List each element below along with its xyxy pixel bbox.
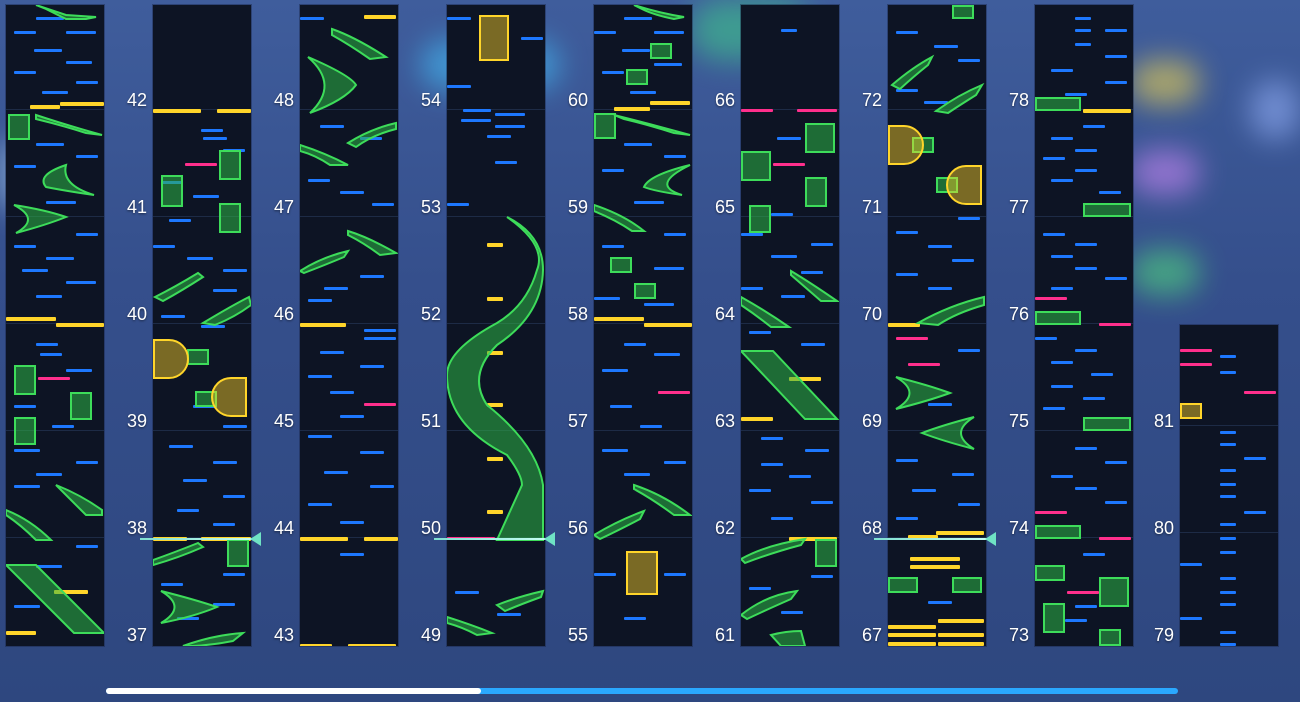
hold-note [1099, 577, 1129, 607]
measure-number: 48 [273, 90, 294, 110]
special-note [1067, 591, 1099, 594]
measure-number: 49 [420, 625, 441, 645]
measure-number: 46 [273, 304, 294, 324]
measure-number: 59 [567, 197, 588, 217]
chart-column [888, 5, 986, 646]
playhead-marker [140, 538, 256, 540]
slide-paths [6, 5, 104, 634]
chart-column [741, 5, 839, 646]
measure-number: 76 [1008, 304, 1029, 324]
measure-number: 42 [126, 90, 147, 110]
background-glow [1130, 150, 1200, 195]
special-note [1180, 363, 1212, 366]
chart-column [594, 5, 692, 646]
measure-number: 80 [1153, 518, 1174, 538]
measure-number: 71 [861, 197, 882, 217]
measure-number: 65 [714, 197, 735, 217]
hold-note [1035, 525, 1081, 539]
playhead-arrow-icon[interactable] [544, 532, 555, 546]
slide-paths [447, 216, 545, 637]
measure-number: 62 [714, 518, 735, 538]
measure-number: 39 [126, 411, 147, 431]
measure-number: 43 [273, 625, 294, 645]
hold-note [1035, 565, 1065, 581]
playhead-marker [434, 538, 550, 540]
slide-paths [890, 54, 985, 450]
measure-number: 54 [420, 90, 441, 110]
measure-number: 68 [861, 518, 882, 538]
special-note [1035, 297, 1067, 300]
slide-paths [153, 271, 251, 646]
chart-column [1035, 5, 1133, 646]
measure-number: 61 [714, 625, 735, 645]
playhead-arrow-icon[interactable] [250, 532, 261, 546]
chart-column [6, 5, 104, 646]
measure-number: 52 [420, 304, 441, 324]
playhead-arrow-icon[interactable] [985, 532, 996, 546]
slide-paths [594, 5, 692, 541]
progress-fill[interactable] [106, 688, 481, 694]
measure-number: 78 [1008, 90, 1029, 110]
measure-number: 64 [714, 304, 735, 324]
measure-number: 58 [567, 304, 588, 324]
measure-number: 40 [126, 304, 147, 324]
special-note [1244, 391, 1276, 394]
measure-number: 50 [420, 518, 441, 538]
measure-number: 79 [1153, 625, 1174, 645]
hold-note [1043, 603, 1065, 633]
hold-note [1099, 629, 1121, 646]
hold-note [1083, 203, 1131, 217]
measure-number: 66 [714, 90, 735, 110]
measure-number: 57 [567, 411, 588, 431]
measure-number: 67 [861, 625, 882, 645]
flick-note [1083, 109, 1131, 113]
measure-number: 51 [420, 411, 441, 431]
special-note [1035, 511, 1067, 514]
hold-note [1083, 417, 1131, 431]
measure-number: 81 [1153, 411, 1174, 431]
chart-column [447, 5, 545, 646]
measure-number: 41 [126, 197, 147, 217]
background-glow [1250, 80, 1300, 140]
measure-number: 63 [714, 411, 735, 431]
measure-number: 70 [861, 304, 882, 324]
measure-number: 38 [126, 518, 147, 538]
chart-column [300, 5, 398, 646]
special-note [1099, 323, 1131, 326]
slide-paths [741, 269, 839, 646]
special-note [1099, 537, 1131, 540]
measure-number: 55 [567, 625, 588, 645]
measure-number: 45 [273, 411, 294, 431]
chart-column [153, 5, 251, 646]
flick-hold-note [1180, 403, 1202, 419]
measure-number: 69 [861, 411, 882, 431]
measure-number: 73 [1008, 625, 1029, 645]
measure-number: 72 [861, 90, 882, 110]
measure-number: 37 [126, 625, 147, 645]
slide-paths [300, 27, 398, 275]
hold-note [1035, 97, 1081, 111]
measure-number: 60 [567, 90, 588, 110]
background-glow [1130, 60, 1200, 105]
measure-number: 53 [420, 197, 441, 217]
measure-number: 47 [273, 197, 294, 217]
chart-column [1180, 325, 1278, 646]
measure-number: 75 [1008, 411, 1029, 431]
special-note [1180, 349, 1212, 352]
playhead-marker [874, 538, 990, 540]
measure-number: 77 [1008, 197, 1029, 217]
hold-note [1035, 311, 1081, 325]
background-glow [1130, 250, 1200, 295]
